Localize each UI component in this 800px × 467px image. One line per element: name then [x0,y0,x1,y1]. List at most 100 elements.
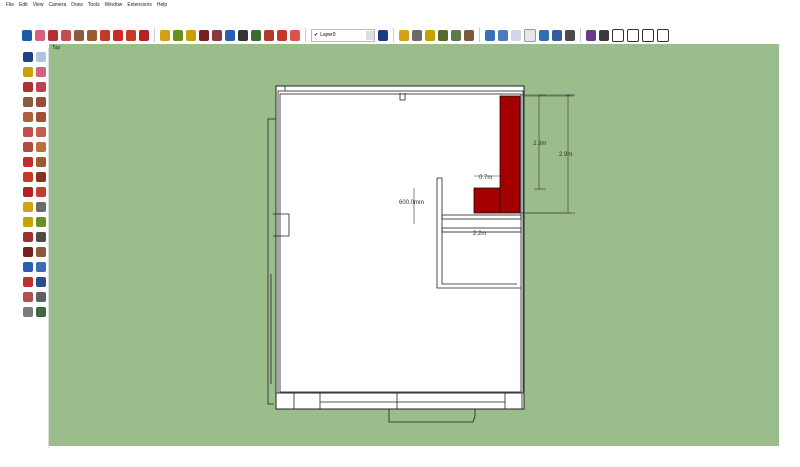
freehand-icon[interactable] [36,82,46,92]
select-icon[interactable] [23,52,33,62]
top-view-icon[interactable] [599,29,609,41]
arc-icon[interactable] [23,127,33,137]
dimension-icon[interactable] [36,202,46,212]
main-toolbar: ✔ Layer0 [22,26,800,44]
paint-icon[interactable] [23,67,33,77]
left-view-icon[interactable] [657,28,669,42]
toolbar-divider [305,28,306,42]
extension-warehouse-icon[interactable] [277,29,287,41]
layer-manager-icon[interactable] [378,29,388,41]
scale-icon[interactable] [23,187,33,197]
components-icon[interactable] [251,29,261,41]
floor-plan: 2.3m 2.9m 0.7m 600.0mm 2.2m [267,85,575,423]
smoove-icon[interactable] [412,29,422,41]
section-plane-icon[interactable] [36,307,46,317]
line-icon[interactable] [23,82,33,92]
menu-window[interactable]: Window [105,2,123,8]
eraser-icon[interactable] [36,67,46,77]
pie-icon[interactable] [36,142,46,152]
share-model-icon[interactable] [290,29,300,41]
move-icon[interactable] [23,157,33,167]
orbit-icon[interactable] [23,247,33,257]
three-point-arc-icon[interactable] [23,142,33,152]
zoom-icon[interactable] [23,262,33,272]
text-icon[interactable] [36,217,46,227]
axes-icon[interactable] [23,232,33,242]
right-view-icon[interactable] [627,28,639,42]
menu-file[interactable]: File [6,2,14,8]
menu-help[interactable]: Help [157,2,167,8]
rectangle-tool-icon[interactable] [74,29,84,41]
zoom-extents-icon[interactable] [238,29,248,41]
line-tool-icon[interactable] [48,29,58,41]
orbit-icon[interactable] [199,29,209,41]
dimension-0-7: 0.7m [479,175,492,181]
chevron-down-icon [366,30,374,40]
menu-camera[interactable]: Camera [48,2,66,8]
offset-icon[interactable] [36,187,46,197]
dimension-600mm: 600.0mm [399,200,424,206]
dimension-2-9: 2.9m [559,152,572,158]
select-tool-icon[interactable] [22,29,32,41]
red-wall-tall [499,95,521,214]
menu-draw[interactable]: Draw [71,2,83,8]
hidden-line-icon[interactable] [524,28,536,42]
toolbar-divider [393,28,394,42]
polygon-icon[interactable] [36,112,46,122]
dimension-2-3: 2.3m [533,141,546,147]
add-detail-icon[interactable] [451,29,461,41]
menu-tools[interactable]: Tools [88,2,100,8]
protractor-icon[interactable] [23,217,33,227]
shaded-icon[interactable] [539,29,549,41]
paint-bucket-icon[interactable] [186,29,196,41]
tape-measure-icon[interactable] [160,29,170,41]
stamp-icon[interactable] [425,29,435,41]
eraser-icon[interactable] [35,29,45,41]
zoom-extents-icon[interactable] [23,277,33,287]
pan-icon[interactable] [212,29,222,41]
sandbox-icon[interactable] [399,29,409,41]
previous-view-icon[interactable] [36,277,46,287]
menu-bar: File Edit View Camera Draw Tools Window … [0,0,800,26]
text-tool-icon[interactable] [173,29,183,41]
make-component-icon[interactable] [36,52,46,62]
toolbar-divider [479,28,480,42]
push-pull-icon[interactable] [87,29,97,41]
zoom-icon[interactable] [225,29,235,41]
position-camera-icon[interactable] [23,292,33,302]
zoom-window-icon[interactable] [36,262,46,272]
drape-icon[interactable] [438,29,448,41]
monochrome-icon[interactable] [565,29,575,41]
rotate-tool-icon[interactable] [126,29,136,41]
shaded-textures-icon[interactable] [552,29,562,41]
walk-icon[interactable] [23,307,33,317]
two-point-arc-icon[interactable] [36,127,46,137]
pan-icon[interactable] [36,247,46,257]
layer-dropdown[interactable]: ✔ Layer0 [311,28,375,42]
scale-tool-icon[interactable] [139,29,149,41]
iso-view-icon[interactable] [586,29,596,41]
warehouse-icon[interactable] [264,29,274,41]
flip-edge-icon[interactable] [464,29,474,41]
rotated-rectangle-icon[interactable] [36,97,46,107]
menu-extensions[interactable]: Extensions [127,2,151,8]
front-view-icon[interactable] [612,28,624,42]
move-tool-icon[interactable] [113,29,123,41]
back-edges-icon[interactable] [498,29,508,41]
rotate-icon[interactable] [23,172,33,182]
tape-measure-icon[interactable] [23,202,33,212]
arc-tool-icon[interactable] [61,29,71,41]
xray-icon[interactable] [485,29,495,41]
push-pull-icon[interactable] [36,157,46,167]
menu-view[interactable]: View [33,2,44,8]
wireframe-icon[interactable] [511,29,521,41]
follow-me-icon[interactable] [36,172,46,182]
drawing-viewport[interactable]: Top 2.3m 2.9m 0.7m 600.0mm 2.2m [49,44,779,446]
menu-edit[interactable]: Edit [19,2,28,8]
follow-me-icon[interactable] [100,29,110,41]
circle-icon[interactable] [23,112,33,122]
back-view-icon[interactable] [642,28,654,42]
look-around-icon[interactable] [36,292,46,302]
rectangle-icon[interactable] [23,97,33,107]
3d-text-icon[interactable] [36,232,46,242]
